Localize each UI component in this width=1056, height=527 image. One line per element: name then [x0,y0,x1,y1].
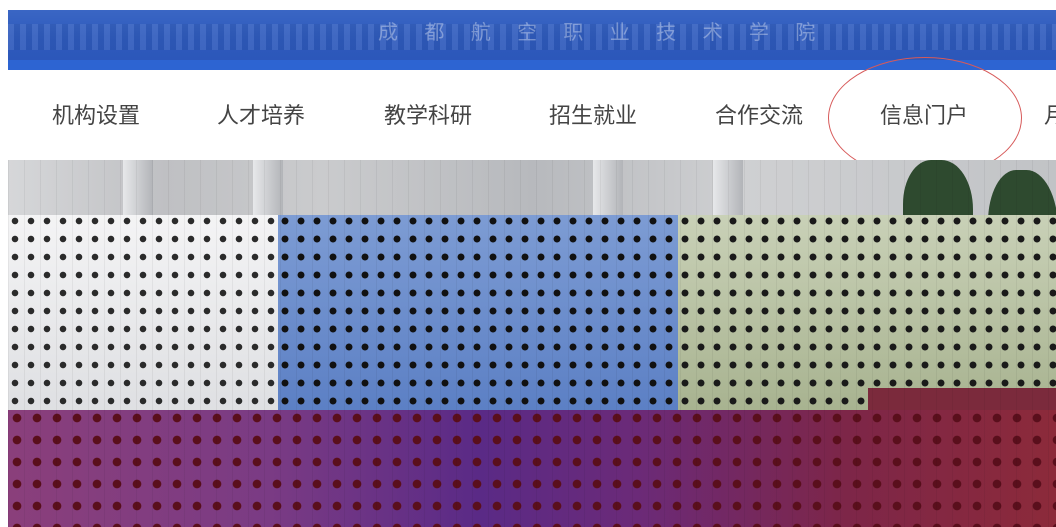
hero-photo [8,160,1056,527]
nav-item-teaching-research[interactable]: 教学科研 [384,98,472,130]
troops-white-uniforms [8,215,278,415]
nav-item-institutions[interactable]: 机构设置 [52,98,140,130]
nav-item-talent-training[interactable]: 人才培养 [217,98,305,130]
nav-item-admissions-employment[interactable]: 招生就业 [549,98,637,130]
troops-green-uniforms [678,215,1056,415]
nav-item-cooperation-exchange[interactable]: 合作交流 [715,98,803,130]
photo-troops [8,215,1056,415]
nav-item-partial[interactable]: 月 [1044,98,1056,130]
troops-blue-uniforms [278,215,678,415]
banner-title: 成 都 航 空 职 业 技 术 学 院 [378,20,826,44]
photo-front-rows [8,410,1056,527]
